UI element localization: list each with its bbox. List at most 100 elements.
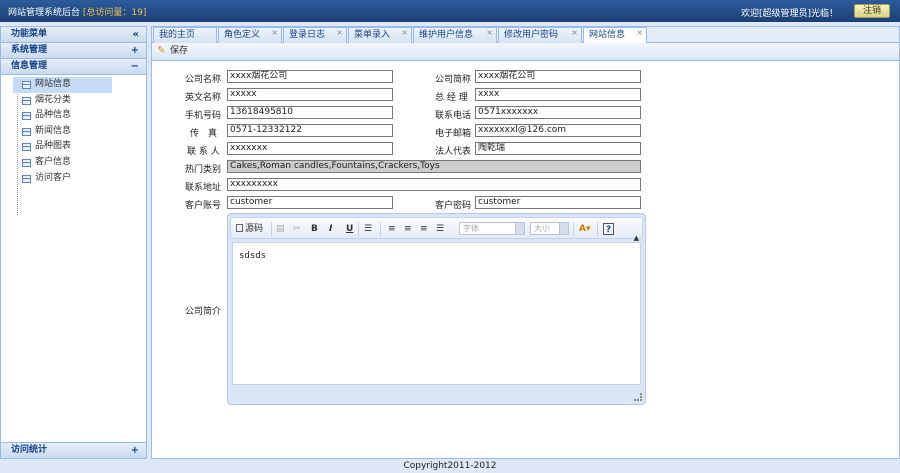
editor-content-area[interactable]: sdsds [232,242,641,385]
app-title: 网站管理系统后台 [总访问量：19] [8,5,146,18]
table-icon [22,96,31,105]
tab-label: 登录日志 [289,30,326,40]
close-icon[interactable]: × [336,25,343,40]
section-label: 系统管理 [11,45,48,55]
size-combo-text: 大小 [534,224,550,233]
account-label: 客户账号 [185,201,222,211]
text-color-icon[interactable]: A▾ [579,223,590,235]
sidebar-title-text: 功能菜单 [11,29,48,39]
mobile-input[interactable]: 13618495810 [227,106,393,119]
hot-category-label: 热门类别 [185,165,222,175]
email-label: 电子邮箱 [435,129,472,139]
tab-home[interactable]: 我的主页 [153,27,217,43]
toolbar-divider [380,222,381,236]
source-button[interactable]: 源码 [236,223,263,235]
phone-label: 联系电话 [435,111,472,121]
underline-button[interactable]: U [346,223,353,235]
sidebar-item-news-info[interactable]: 新闻信息 [13,124,146,140]
company-name-label: 公司名称 [185,75,222,85]
close-icon[interactable]: × [571,25,578,40]
bold-button[interactable]: B [311,223,318,235]
table-icon [22,174,31,183]
section-info-management[interactable]: 信息管理 − [1,59,146,75]
align-right-icon[interactable]: ≡ [420,223,428,235]
password-input[interactable]: customer [475,196,641,209]
close-icon[interactable]: × [636,25,643,40]
section-visit-stats[interactable]: 访问统计 + [1,442,146,458]
company-name-input[interactable]: xxxx烟花公司 [227,70,393,83]
english-name-label: 英文名称 [185,93,222,103]
logout-button[interactable]: 注销 [854,4,890,18]
align-left-icon[interactable]: ≡ [388,223,396,235]
hot-category-input[interactable]: Cakes,Roman candles,Fountains,Crackers,T… [227,160,641,173]
tab-site-info[interactable]: 网站信息 × [583,27,647,44]
copyright-footer: Copyright2011-2012 [403,461,497,471]
general-manager-input[interactable]: xxxx [475,88,641,101]
justify-icon[interactable]: ☰ [436,223,444,235]
toolbar-divider [358,222,359,236]
collapse-sidebar-icon[interactable]: « [133,27,139,42]
chevron-down-icon [515,223,524,234]
help-icon[interactable]: ? [603,223,614,235]
info-nav-list: 网站信息 烟花分类 品种信息 新闻信息 品种图表 客户信息 访问客户 [1,75,146,186]
tab-menu-entry[interactable]: 菜单录入 × [348,27,412,43]
visit-count: [总访问量：19] [82,8,147,18]
sidebar-item-variety-chart[interactable]: 品种图表 [13,139,146,155]
sidebar-item-visitor[interactable]: 访问客户 [13,171,146,187]
font-size-select[interactable]: 大小 [530,222,569,235]
collapse-icon[interactable]: − [131,59,139,74]
tab-label: 我的主页 [159,30,196,40]
sidebar-bottom: 访问统计 + [1,442,146,458]
italic-button[interactable]: I [329,223,332,235]
list-icon[interactable]: ☰ [364,223,372,235]
table-icon [22,143,31,152]
address-input[interactable]: xxxxxxxxx [227,178,641,191]
section-system-management[interactable]: 系统管理 + [1,43,146,59]
sidebar-item-label: 烟花分类 [35,94,72,105]
editor-toolbar: 源码 ▤ ✂ B I U ☰ ≡ ≡ ≡ ☰ 字体 大小 A▾ ? ▲ [230,217,643,242]
pencil-icon: ✎ [157,45,166,56]
font-family-select[interactable]: 字体 [459,222,525,235]
source-icon [236,224,243,232]
expand-icon[interactable]: + [131,443,139,458]
close-icon[interactable]: × [401,25,408,40]
company-short-label: 公司简称 [435,75,472,85]
sidebar-item-firework-category[interactable]: 烟花分类 [13,93,146,109]
expand-icon[interactable]: + [131,43,139,58]
english-name-input[interactable]: xxxxx [227,88,393,101]
close-icon[interactable]: × [486,25,493,40]
table-icon [22,127,31,136]
sidebar: 功能菜单 « 系统管理 + 信息管理 − 网站信息 烟花分类 品种信息 新闻信息… [0,26,147,459]
sidebar-item-variety-info[interactable]: 品种信息 [13,108,146,124]
save-label: 保存 [170,46,189,56]
close-icon[interactable]: × [271,25,278,40]
paste-icon[interactable]: ▤ [276,223,285,235]
top-header: 网站管理系统后台 [总访问量：19] 欢迎[超级管理员]光临！ 注销 [0,0,900,22]
tab-role-definition[interactable]: 角色定义 × [218,27,282,43]
fax-label: 传 真 [190,129,218,139]
welcome-text: 欢迎[超级管理员]光临！ [740,9,838,19]
contact-input[interactable]: xxxxxxx [227,142,393,155]
rich-text-editor: 源码 ▤ ✂ B I U ☰ ≡ ≡ ≡ ☰ 字体 大小 A▾ ? ▲ sdsd… [227,213,646,405]
toolbar-divider [271,222,272,236]
save-button[interactable]: ✎ 保存 [156,45,188,58]
eraser-icon[interactable]: ✂ [293,223,301,235]
account-input[interactable]: customer [227,196,393,209]
collapse-toolbar-icon[interactable]: ▲ [634,234,639,242]
align-center-icon[interactable]: ≡ [404,223,412,235]
sidebar-item-label: 品种信息 [35,110,72,121]
phone-input[interactable]: 0571xxxxxxx [475,106,641,119]
source-label: 源码 [245,224,264,234]
sidebar-item-customer-info[interactable]: 客户信息 [13,155,146,171]
resize-grip-icon[interactable] [634,393,642,401]
section-label: 访问统计 [11,445,48,455]
legal-rep-input[interactable]: 陶乾瑞 [475,142,641,155]
tab-maintain-user[interactable]: 维护用户信息 × [413,27,497,43]
sidebar-item-site-info[interactable]: 网站信息 [13,77,112,93]
email-input[interactable]: xxxxxxxl@126.com [475,124,641,137]
company-short-input[interactable]: xxxx烟花公司 [475,70,641,83]
tab-login-log[interactable]: 登录日志 × [283,27,347,43]
tab-change-password[interactable]: 修改用户密码 × [498,27,582,43]
tab-label: 网站信息 [589,30,626,40]
fax-input[interactable]: 0571-12332122 [227,124,393,137]
